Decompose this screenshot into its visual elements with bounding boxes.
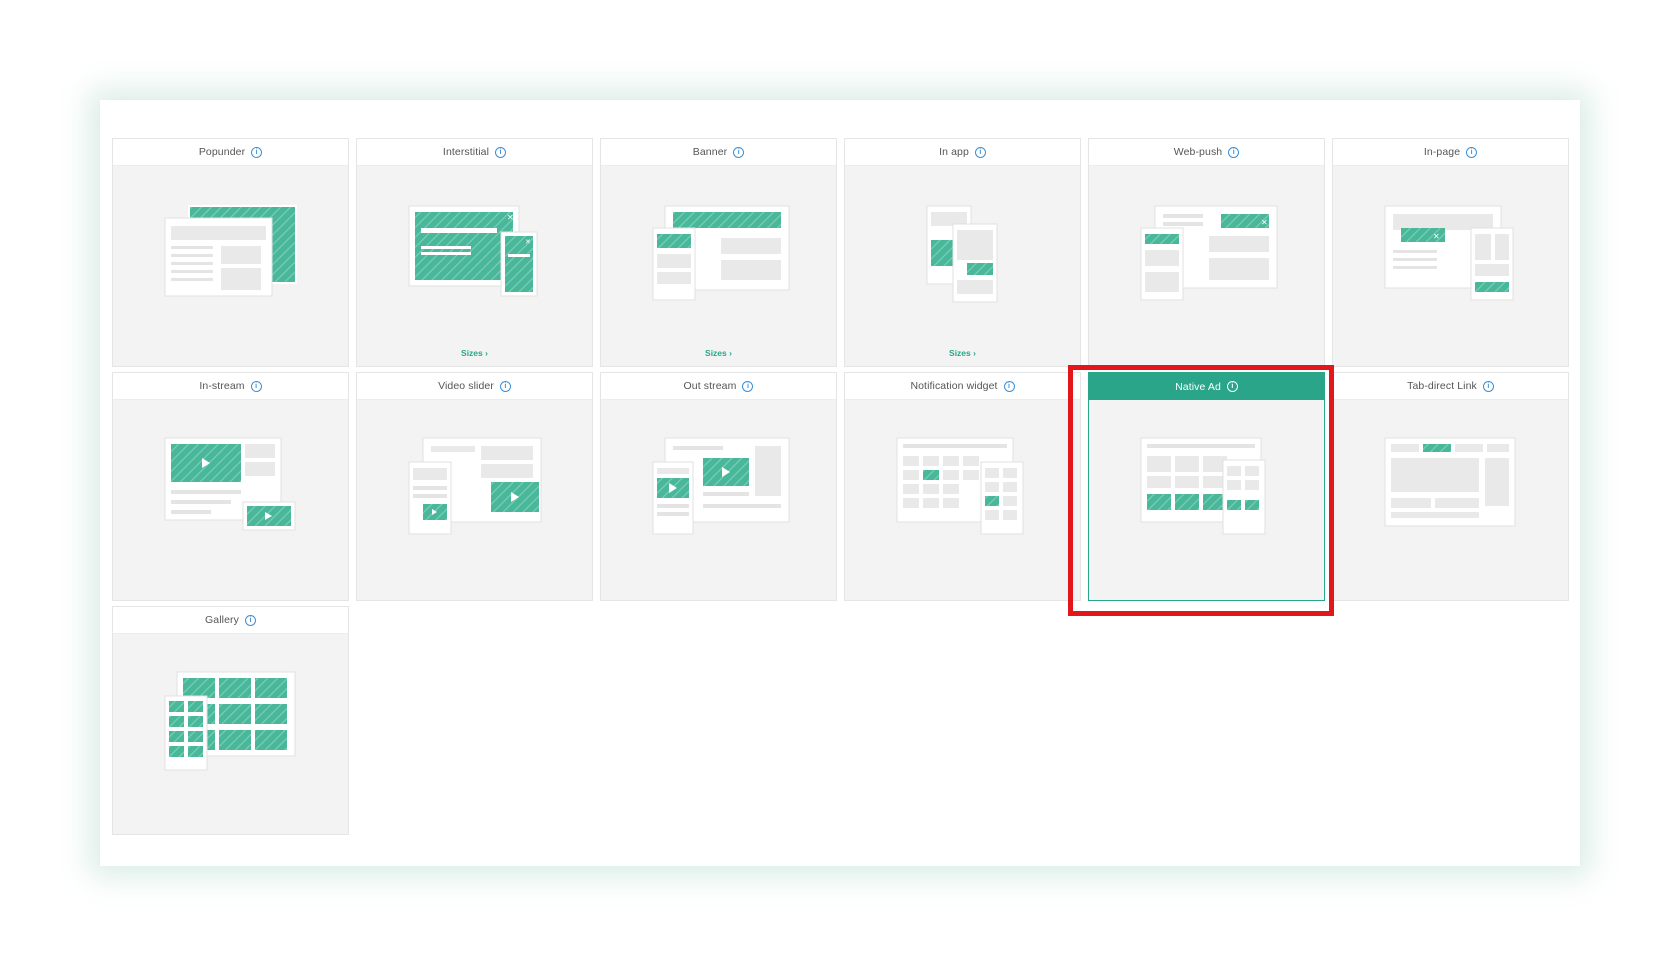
card-header: Tab-direct Link i — [1333, 373, 1568, 400]
format-card-gallery[interactable]: Gallery i — [112, 606, 349, 835]
format-card-popunder[interactable]: Popunder i — [112, 138, 349, 367]
card-title: Web-push — [1173, 146, 1223, 158]
card-title: Video slider — [438, 380, 494, 392]
format-card-interstitial[interactable]: Interstitial i ✕ ✕ Sizes › — [356, 138, 593, 367]
card-title: In-stream — [199, 380, 245, 392]
card-title: Gallery — [205, 614, 239, 626]
info-icon[interactable]: i — [974, 146, 986, 158]
format-card-out-stream[interactable]: Out stream i — [600, 372, 837, 601]
info-icon[interactable]: i — [251, 146, 263, 158]
out-stream-illustration — [652, 437, 790, 535]
card-header: Web-push i — [1089, 139, 1324, 166]
info-icon[interactable]: i — [742, 380, 754, 392]
svg-text:✕: ✕ — [1261, 218, 1268, 227]
info-icon[interactable]: i — [1466, 146, 1478, 158]
card-header: Notification widget i — [845, 373, 1080, 400]
svg-text:✕: ✕ — [507, 213, 514, 222]
card-title: Tab-direct Link — [1407, 380, 1477, 392]
video-slider-illustration — [408, 437, 542, 535]
selection-highlight-frame — [1068, 365, 1334, 616]
ad-format-panel: Popunder i Interstitial i ✕ ✕ Sizes › Ba… — [100, 100, 1580, 866]
popunder-illustration — [164, 205, 297, 297]
in-stream-illustration — [164, 437, 296, 531]
notification-widget-illustration — [896, 437, 1024, 535]
svg-text:✕: ✕ — [525, 238, 531, 246]
interstitial-illustration: ✕ ✕ — [408, 205, 538, 297]
card-header: In app i — [845, 139, 1080, 166]
format-card-notification-widget[interactable]: Notification widget i — [844, 372, 1081, 601]
sizes-link[interactable]: Sizes › — [845, 348, 1080, 358]
format-card-in-app[interactable]: In app i Sizes › — [844, 138, 1081, 367]
card-title: In-page — [1423, 146, 1461, 158]
in-app-illustration — [926, 205, 998, 303]
card-header: Banner i — [601, 139, 836, 166]
info-icon[interactable]: i — [495, 146, 507, 158]
info-icon[interactable]: i — [250, 380, 262, 392]
in-page-illustration: ✕ — [1384, 205, 1514, 301]
card-title: Popunder — [198, 146, 246, 158]
banner-illustration — [652, 205, 790, 301]
card-title: Interstitial — [442, 146, 490, 158]
format-card-in-page[interactable]: In-page i ✕ — [1332, 138, 1569, 367]
info-icon[interactable]: i — [244, 614, 256, 626]
tab-direct-link-illustration — [1384, 437, 1516, 527]
info-icon[interactable]: i — [499, 380, 511, 392]
web-push-illustration: ✕ — [1140, 205, 1278, 301]
card-header: Interstitial i — [357, 139, 592, 166]
card-header: In-stream i — [113, 373, 348, 400]
sizes-link[interactable]: Sizes › — [601, 348, 836, 358]
gallery-illustration — [164, 671, 296, 771]
format-card-tab-direct-link[interactable]: Tab-direct Link i — [1332, 372, 1569, 601]
card-title: Out stream — [683, 380, 737, 392]
card-header: Gallery i — [113, 607, 348, 634]
format-card-web-push[interactable]: Web-push i ✕ — [1088, 138, 1325, 367]
card-header: Out stream i — [601, 373, 836, 400]
card-header: Video slider i — [357, 373, 592, 400]
card-header: In-page i — [1333, 139, 1568, 166]
card-title: In app — [939, 146, 969, 158]
svg-text:✕: ✕ — [1433, 232, 1440, 241]
card-title: Notification widget — [910, 380, 998, 392]
sizes-link[interactable]: Sizes › — [357, 348, 592, 358]
info-icon[interactable]: i — [1482, 380, 1494, 392]
info-icon[interactable]: i — [733, 146, 745, 158]
format-card-in-stream[interactable]: In-stream i — [112, 372, 349, 601]
card-header: Popunder i — [113, 139, 348, 166]
info-icon[interactable]: i — [1003, 380, 1015, 392]
info-icon[interactable]: i — [1228, 146, 1240, 158]
card-title: Banner — [692, 146, 728, 158]
format-card-video-slider[interactable]: Video slider i — [356, 372, 593, 601]
format-card-banner[interactable]: Banner i Sizes › — [600, 138, 837, 367]
